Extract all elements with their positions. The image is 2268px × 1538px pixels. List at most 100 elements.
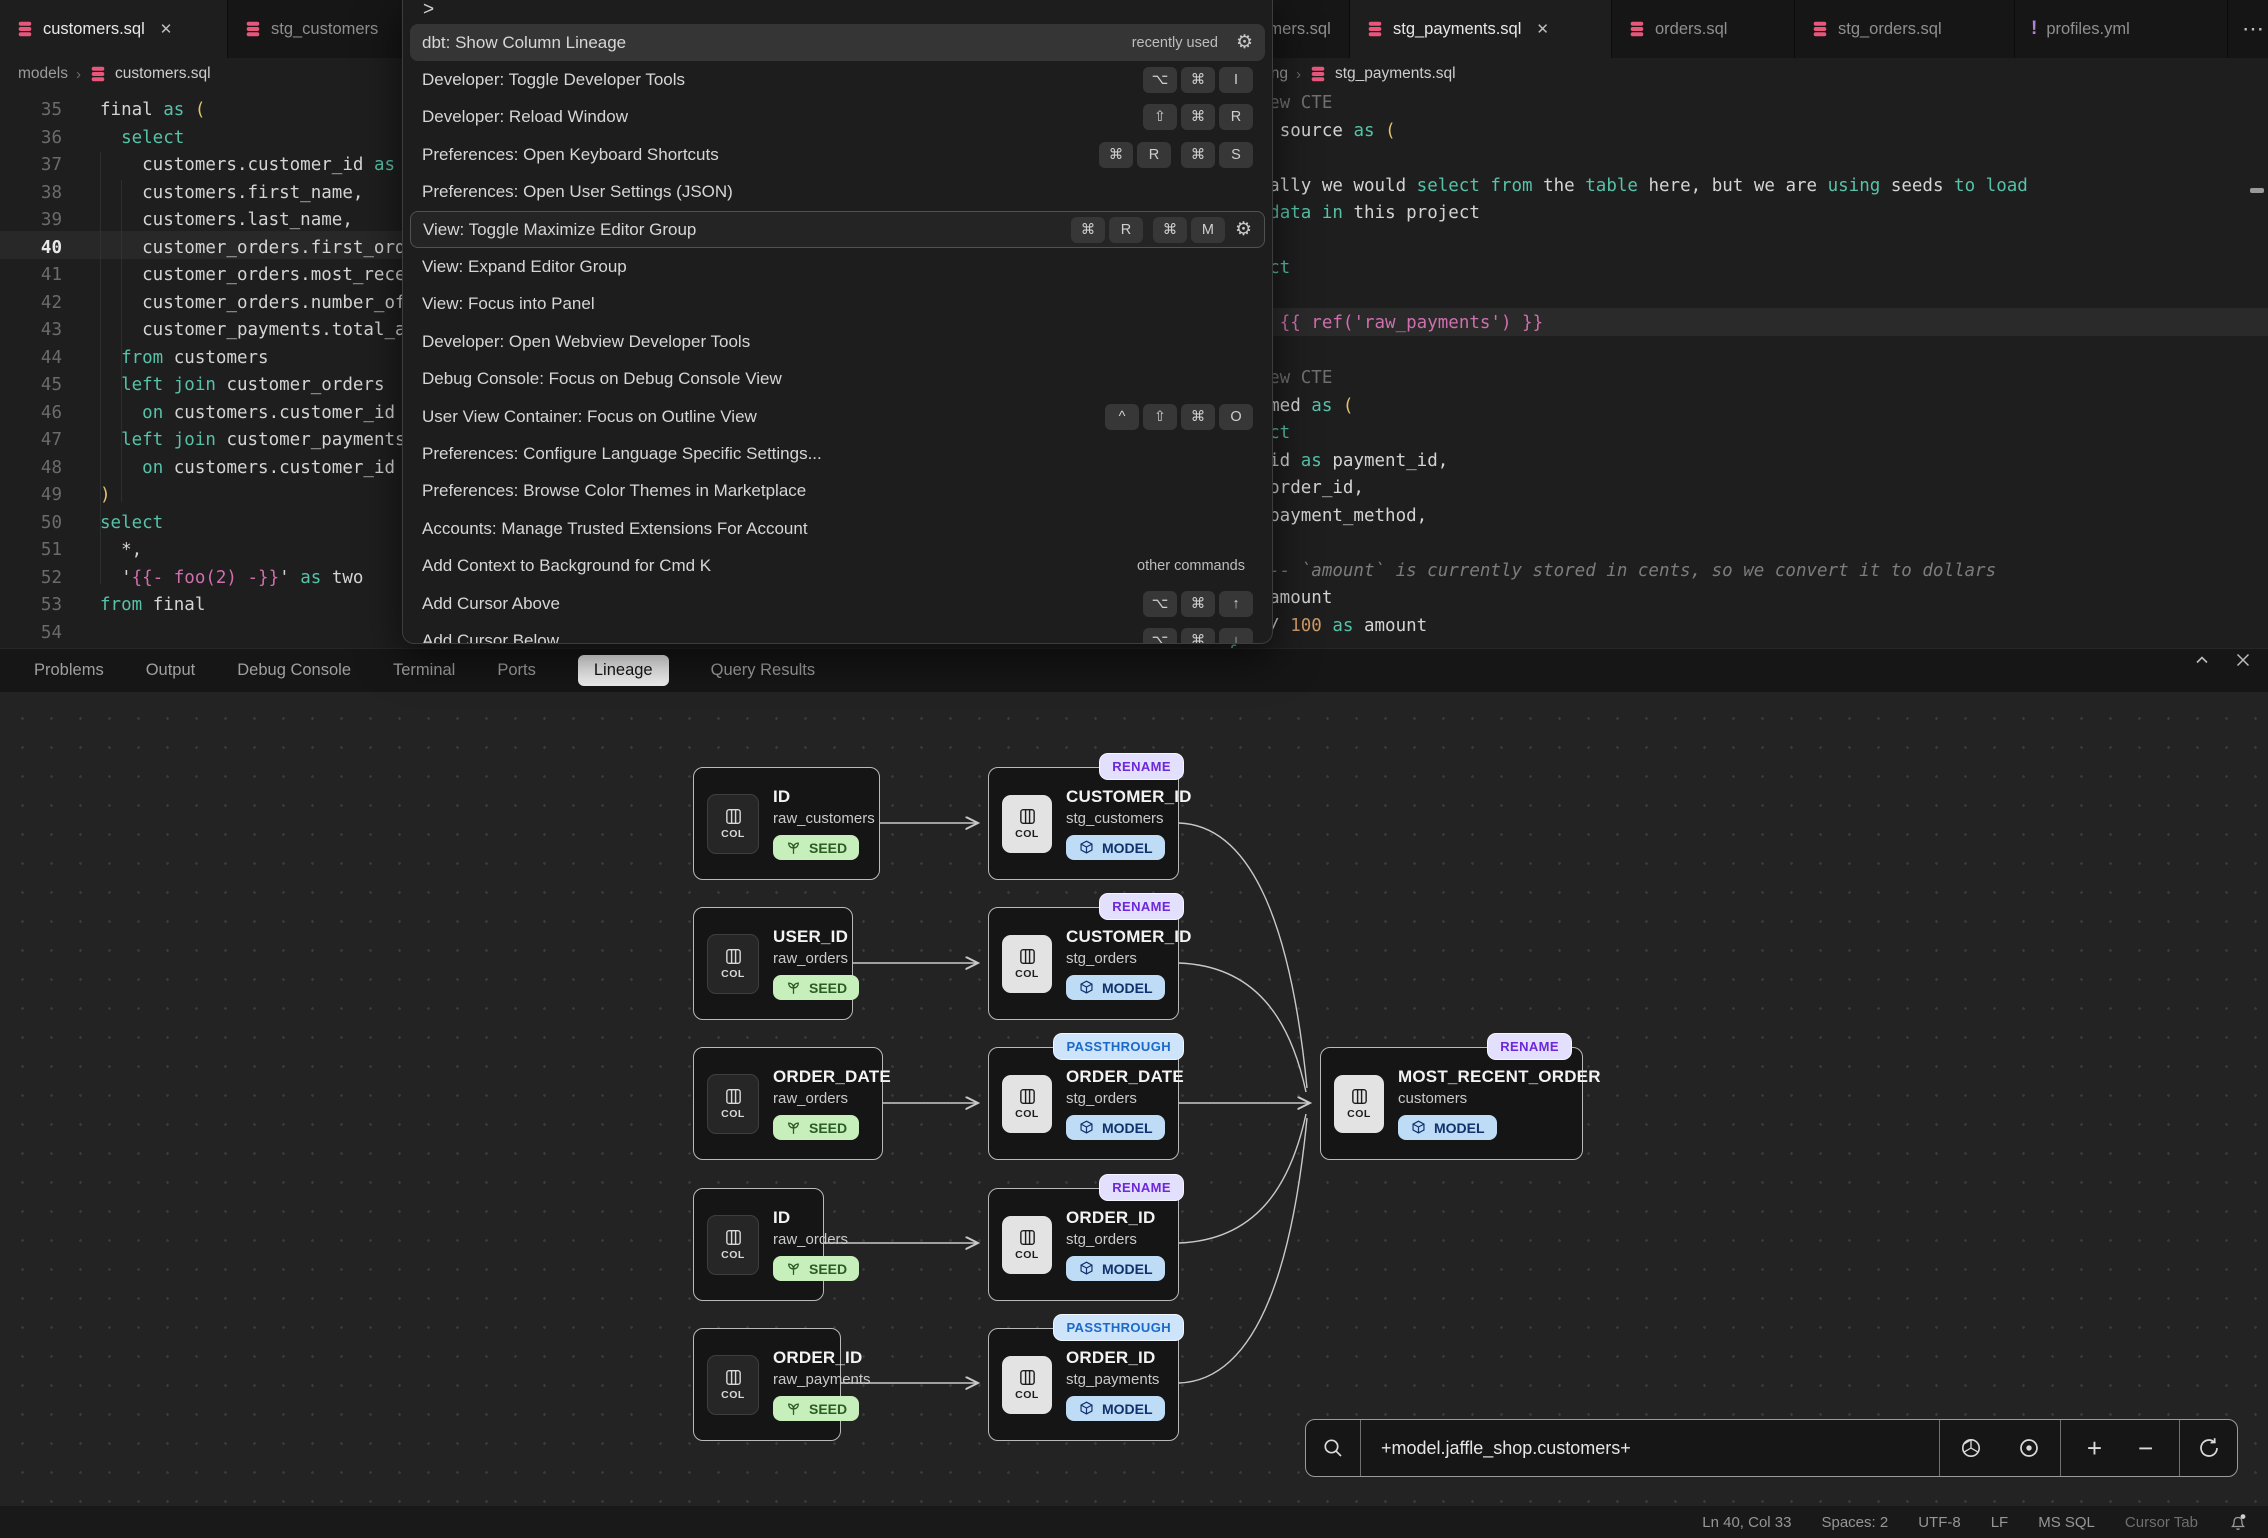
palette-item-label: Debug Console: Focus on Debug Console Vi…: [422, 369, 1253, 389]
panel-tab-query-results[interactable]: Query Results: [711, 661, 816, 680]
node-source-raw_orders-id[interactable]: COLIDraw_ordersSEED: [693, 1188, 824, 1301]
breadcrumb-file[interactable]: customers.sql: [115, 65, 211, 83]
breadcrumb-folder[interactable]: models: [18, 65, 68, 83]
search-icon[interactable]: [1306, 1420, 1361, 1476]
palette-item[interactable]: Developer: Reload Window⇧⌘R: [410, 99, 1265, 136]
model-badge: MODEL: [1066, 1256, 1165, 1281]
palette-item[interactable]: Preferences: Configure Language Specific…: [410, 435, 1265, 472]
keybinding-group: ⌥⌘I: [1143, 67, 1253, 93]
panel-tab-ports[interactable]: Ports: [497, 661, 536, 680]
code-token: [100, 372, 121, 400]
breadcrumb[interactable]: models›customers.sql: [18, 58, 211, 90]
lineage-canvas[interactable]: COLIDraw_customersSEED COLUSER_IDraw_orde…: [0, 692, 2268, 1538]
status-item-4[interactable]: LF: [1991, 1514, 2009, 1531]
node-staging-stg_orders-customer_id[interactable]: COLCUSTOMER_IDstg_ordersMODELRENAME: [988, 907, 1179, 1020]
palette-item-meta: recently used: [1132, 35, 1218, 51]
tab-profiles-yml[interactable]: !profiles.yml: [2015, 0, 2228, 58]
node-target[interactable]: COLMOST_RECENT_ORDERcustomersMODELRENAME: [1320, 1047, 1583, 1160]
node-title: ORDER_ID: [773, 1348, 871, 1368]
database-icon: [1309, 65, 1327, 83]
node-subtitle: stg_customers: [1066, 810, 1192, 827]
node-source-raw_orders-order_date[interactable]: COLORDER_DATEraw_ordersSEED: [693, 1047, 883, 1160]
panel-tab-debug-console[interactable]: Debug Console: [237, 661, 351, 680]
lineage-selector-input[interactable]: [1379, 1437, 1939, 1460]
breadcrumb-file[interactable]: stg_payments.sql: [1335, 65, 1456, 83]
tab-close-icon[interactable]: ✕: [1536, 20, 1549, 38]
palette-item[interactable]: User View Container: Focus on Outline Vi…: [410, 398, 1265, 435]
tab-stg_customers[interactable]: stg_customers: [228, 0, 412, 58]
node-source-raw_payments-order_id[interactable]: COLORDER_IDraw_paymentsSEED: [693, 1328, 841, 1441]
code-token: {{ ref('raw_payments') }}: [1280, 310, 1543, 338]
keycap: ⌘: [1181, 142, 1215, 168]
palette-item[interactable]: Accounts: Manage Trusted Extensions For …: [410, 510, 1265, 547]
status-item-6[interactable]: Cursor Tab: [2125, 1514, 2198, 1531]
node-body: IDraw_ordersSEED: [773, 1208, 859, 1281]
palette-item[interactable]: Add Cursor Above⌥⌘↑: [410, 585, 1265, 622]
panel-tab-problems[interactable]: Problems: [34, 661, 104, 680]
keycap: ⌘: [1181, 591, 1215, 617]
target-eye-icon[interactable]: [2017, 1436, 2041, 1460]
node-staging-stg_orders-order_id[interactable]: COLORDER_IDstg_ordersMODELRENAME: [988, 1188, 1179, 1301]
panel-tab-lineage[interactable]: Lineage: [578, 655, 669, 686]
keycap: ⌥: [1143, 628, 1177, 644]
code-line: id as payment_id,: [1227, 448, 2028, 476]
node-body: MOST_RECENT_ORDERcustomersMODEL: [1398, 1067, 1601, 1140]
keycap: S: [1219, 142, 1253, 168]
keycap: ⌥: [1143, 591, 1177, 617]
gear-icon[interactable]: ⚙: [1235, 220, 1252, 239]
command-palette-prompt[interactable]: >: [403, 0, 1272, 24]
node-staging-stg_customers-customer_id[interactable]: COLCUSTOMER_IDstg_customersMODELRENAME: [988, 767, 1179, 880]
tab-customers-sql[interactable]: customers.sql✕: [0, 0, 228, 58]
palette-item[interactable]: View: Toggle Maximize Editor Group⌘R⌘M⚙: [410, 211, 1265, 248]
node-staging-stg_orders-order_date[interactable]: COLORDER_DATEstg_ordersMODELPASSTHROUGH: [988, 1047, 1179, 1160]
tab-stg_payments-sql[interactable]: stg_payments.sql✕: [1350, 0, 1612, 58]
code-token: customer_orders: [216, 372, 385, 400]
tab-orders-sql[interactable]: orders.sql: [1612, 0, 1795, 58]
palette-item[interactable]: Preferences: Open User Settings (JSON): [410, 174, 1265, 211]
gear-icon[interactable]: ⚙: [1236, 33, 1253, 52]
passthrough-badge: PASSTHROUGH: [1053, 1314, 1184, 1341]
zoom-out-button[interactable]: −: [2138, 1433, 2153, 1464]
node-source-raw_customers-id[interactable]: COLIDraw_customersSEED: [693, 767, 880, 880]
refresh-icon[interactable]: [2180, 1420, 2237, 1476]
columns-glyph: [724, 1228, 743, 1247]
bell-icon[interactable]: [2228, 1512, 2248, 1532]
code-editor[interactable]: -- new CTEwith source as ({#-Normally we…: [1227, 90, 2028, 648]
line-number: 40: [0, 235, 100, 263]
code-token: using: [1828, 173, 1881, 201]
tab-close-icon[interactable]: ✕: [160, 20, 173, 38]
tab-overflow-icon[interactable]: ⋯: [2232, 0, 2268, 58]
status-item-3[interactable]: UTF-8: [1918, 1514, 1961, 1531]
node-title: ID: [773, 787, 875, 807]
tab-stg_orders-sql[interactable]: stg_orders.sql: [1795, 0, 2015, 58]
close-icon[interactable]: [2234, 651, 2252, 669]
status-item-1[interactable]: Ln 40, Col 33: [1702, 1514, 1791, 1531]
palette-item[interactable]: Preferences: Open Keyboard Shortcuts⌘R⌘S: [410, 136, 1265, 173]
code-token: final: [100, 97, 163, 125]
palette-item[interactable]: View: Expand Editor Group: [410, 248, 1265, 285]
code-token: source: [1269, 640, 1343, 648]
palette-item[interactable]: Debug Console: Focus on Debug Console Vi…: [410, 361, 1265, 398]
node-staging-stg_payments-order_id[interactable]: COLORDER_IDstg_paymentsMODELPASSTHROUGH: [988, 1328, 1179, 1441]
panel-tab-output[interactable]: Output: [146, 661, 196, 680]
badge-label: MODEL: [1102, 840, 1153, 856]
zoom-in-button[interactable]: +: [2087, 1433, 2102, 1464]
node-source-raw_orders-user_id[interactable]: COLUSER_IDraw_ordersSEED: [693, 907, 853, 1020]
palette-item[interactable]: dbt: Show Column Lineagerecently used⚙: [410, 24, 1265, 61]
palette-item[interactable]: Preferences: Browse Color Themes in Mark…: [410, 473, 1265, 510]
status-item-5[interactable]: MS SQL: [2038, 1514, 2095, 1531]
palette-item[interactable]: Developer: Toggle Developer Tools⌥⌘I: [410, 61, 1265, 98]
code-line: -- new CTE: [1227, 90, 2028, 118]
node-title: ORDER_DATE: [1066, 1067, 1184, 1087]
panel-tab-terminal[interactable]: Terminal: [393, 661, 455, 680]
code-token: here, but we are: [1638, 173, 1828, 201]
palette-item[interactable]: Add Cursor Below⌥⌘↓: [410, 622, 1265, 644]
palette-item[interactable]: Developer: Open Webview Developer Tools: [410, 323, 1265, 360]
palette-item[interactable]: Add Context to Background for Cmd Kother…: [410, 547, 1265, 584]
chevron-up-icon[interactable]: [2192, 650, 2212, 670]
status-item-2[interactable]: Spaces: 2: [1821, 1514, 1888, 1531]
aperture-icon[interactable]: [1959, 1436, 1983, 1460]
keybinding-group: ^⇧⌘O: [1105, 404, 1253, 430]
model-badge: MODEL: [1066, 1396, 1165, 1421]
palette-item[interactable]: View: Focus into Panel: [410, 286, 1265, 323]
